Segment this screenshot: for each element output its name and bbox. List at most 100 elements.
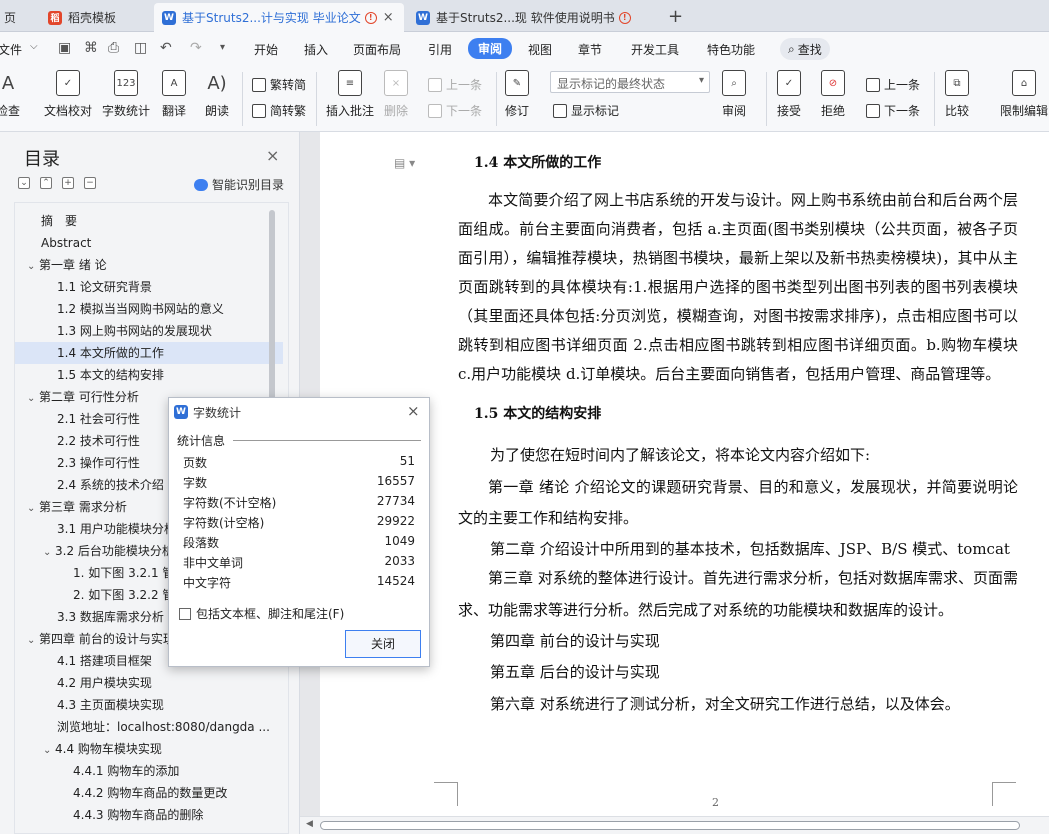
toc-item[interactable]: 4.3 主页面模块实现 (15, 694, 283, 716)
toc-item-label: 4.2 用户模块实现 (57, 676, 152, 690)
collapse-all-icon[interactable]: ⌃ (40, 177, 52, 189)
restrict-edit-button[interactable]: ⌂ 限制编辑 (1000, 70, 1048, 119)
toc-item[interactable]: Abstract (15, 232, 283, 254)
save-icon[interactable]: ▣ (58, 40, 71, 56)
menu-chapter[interactable]: 章节 (578, 41, 602, 58)
toc-item-label: 4.4 购物车模块实现 (55, 742, 162, 756)
chevron-down-icon[interactable]: ⌄ (43, 542, 55, 562)
show-markup-icon (553, 104, 567, 118)
document-nav-icon[interactable]: ▤ ▾ (394, 156, 415, 170)
menu-home[interactable]: 开始 (254, 41, 278, 58)
doc-proof-button[interactable]: ✓ 文档校对 (44, 70, 92, 119)
toc-item[interactable]: 1.1 论文研究背景 (15, 276, 283, 298)
translate-button[interactable]: A 翻译 (162, 70, 186, 119)
toc-item[interactable]: 1.5 本文的结构安排 (15, 364, 283, 386)
chevron-down-icon[interactable]: ⌄ (27, 388, 39, 408)
tab-manual[interactable]: W 基于Struts2...现 软件使用说明书 ! (408, 3, 656, 32)
menu-references[interactable]: 引用 (428, 41, 452, 58)
close-button[interactable]: 关闭 (345, 630, 421, 658)
prev-comment-button[interactable]: 上一条 (428, 76, 482, 93)
document-body[interactable]: 1.4 本文所做的工作 本文简要介绍了网上书店系统的开发与设计。网上购书系统由前… (458, 148, 1018, 720)
prev-change-icon (866, 78, 880, 92)
to-simplified-button[interactable]: 简转繁 (252, 102, 306, 119)
undo-icon[interactable]: ↶ (160, 40, 172, 56)
print-preview-icon[interactable]: ◫ (134, 40, 147, 56)
dialog-header[interactable]: W 字数统计 × (169, 398, 429, 426)
toc-item[interactable]: 1.3 网上购书网站的发展现状 (15, 320, 283, 342)
chevron-down-icon[interactable]: ⌄ (43, 740, 55, 760)
stat-label: 字符数(不计空格) (183, 496, 276, 510)
chevron-down-icon[interactable]: ▾ (220, 42, 225, 53)
toc-item[interactable]: 4.2 用户模块实现 (15, 672, 283, 694)
horizontal-scrollbar[interactable]: ◀ (300, 816, 1049, 834)
toc-item[interactable]: ⌄4.4 购物车模块实现 (15, 738, 283, 760)
menu-features[interactable]: 特色功能 (707, 41, 755, 58)
toc-item-label: 第四章 前台的设计与实现 (39, 632, 175, 646)
scrollbar-thumb[interactable] (320, 821, 1020, 830)
remove-heading-icon[interactable]: − (84, 177, 96, 189)
review-pane-button[interactable]: ⌕ 审阅 (722, 70, 746, 119)
delete-comment-button[interactable]: × 删除 (384, 70, 408, 119)
chevron-down-icon[interactable]: ⌵ (30, 41, 38, 52)
expand-all-icon[interactable]: ⌄ (18, 177, 30, 189)
warning-icon: ! (619, 12, 631, 24)
chevron-down-icon: ▾ (699, 75, 704, 86)
toc-item-label: 浏览地址：localhost:8080/dangda ... (57, 720, 270, 734)
toc-item-label: 1.3 网上购书网站的发展现状 (57, 324, 212, 338)
insert-comment-button[interactable]: ≡ 插入批注 (326, 70, 374, 119)
redo-icon[interactable]: ↷ (190, 40, 202, 56)
search-button[interactable]: ⌕ 查找 (780, 38, 830, 60)
tab-home[interactable]: 页 (0, 3, 34, 32)
tab-thesis[interactable]: W 基于Struts2...计与实现 毕业论文 ! × (154, 3, 404, 32)
stat-row: 字符数(不计空格)27734 (183, 494, 415, 514)
smart-toc-button[interactable]: 智能识别目录 (194, 176, 284, 193)
scroll-left-icon[interactable]: ◀ (306, 819, 313, 829)
menu-developer[interactable]: 开发工具 (631, 41, 679, 58)
menu-view[interactable]: 视图 (528, 41, 552, 58)
toc-item[interactable]: ⌄第一章 绪 论 (15, 254, 283, 276)
toc-item-label: 3.3 数据库需求分析 (57, 610, 164, 624)
chevron-down-icon[interactable]: ⌄ (27, 256, 39, 276)
page-corner-mark (434, 782, 458, 806)
tab-docer[interactable]: 稻 稻壳模板 (40, 3, 150, 32)
menu-file[interactable]: 文件 (0, 41, 22, 58)
toc-item-label: 4.4.2 购物车商品的数量更改 (73, 786, 227, 800)
toc-item[interactable]: 4.4.2 购物车商品的数量更改 (15, 782, 283, 804)
include-textbox-checkbox[interactable]: 包括文本框、脚注和尾注(F) (179, 605, 344, 622)
reject-button[interactable]: ⊘ 拒绝 (821, 70, 845, 119)
accept-button[interactable]: ✓ 接受 (777, 70, 801, 119)
add-heading-icon[interactable]: + (62, 177, 74, 189)
toc-item[interactable]: 4.4.3 购物车商品的删除 (15, 804, 283, 826)
print-icon[interactable]: ⎙ (108, 40, 119, 56)
spell-check-button[interactable]: A 检查 (0, 70, 20, 119)
markup-state-select[interactable]: 显示标记的最终状态 ▾ (550, 71, 710, 93)
menu-review[interactable]: 审阅 (468, 38, 512, 59)
to-traditional-button[interactable]: 繁转简 (252, 76, 306, 93)
toc-item-label: 4.1 搭建项目框架 (57, 654, 152, 668)
paragraph: 第一章 绪论 介绍论文的课题研究背景、目的和意义，发展现状，并简要说明论文的主要… (458, 472, 1018, 534)
new-tab-plus-icon[interactable]: + (668, 6, 683, 27)
page-number: 2 (712, 796, 719, 809)
read-aloud-button[interactable]: A) 朗读 (205, 70, 229, 119)
prev-change-button[interactable]: 上一条 (866, 76, 920, 93)
toc-item[interactable]: 摘 要 (15, 210, 283, 232)
toc-item[interactable]: 4.4.1 购物车的添加 (15, 760, 283, 782)
close-icon[interactable]: × (266, 146, 279, 165)
close-icon[interactable]: × (407, 402, 420, 420)
show-markup-button[interactable]: 显示标记 (553, 102, 619, 119)
word-count-button[interactable]: 123 字数统计 (102, 70, 150, 119)
track-changes-button[interactable]: ✎ 修订 (505, 70, 529, 119)
toc-item[interactable]: 1.4 本文所做的工作 (15, 342, 283, 364)
format-painter-icon[interactable]: ⌘ (84, 40, 98, 56)
toc-item[interactable]: 浏览地址：localhost:8080/dangda ... (15, 716, 283, 738)
next-change-button[interactable]: 下一条 (866, 102, 920, 119)
next-comment-button[interactable]: 下一条 (428, 102, 482, 119)
menu-page-layout[interactable]: 页面布局 (353, 41, 401, 58)
chevron-down-icon[interactable]: ⌄ (27, 498, 39, 518)
toc-item[interactable]: 1.2 模拟当当网购书网站的意义 (15, 298, 283, 320)
compare-icon: ⧉ (945, 70, 969, 96)
chevron-down-icon[interactable]: ⌄ (27, 630, 39, 650)
menu-insert[interactable]: 插入 (304, 41, 328, 58)
compare-button[interactable]: ⧉ 比较 (945, 70, 969, 119)
close-icon[interactable]: × (383, 10, 394, 25)
